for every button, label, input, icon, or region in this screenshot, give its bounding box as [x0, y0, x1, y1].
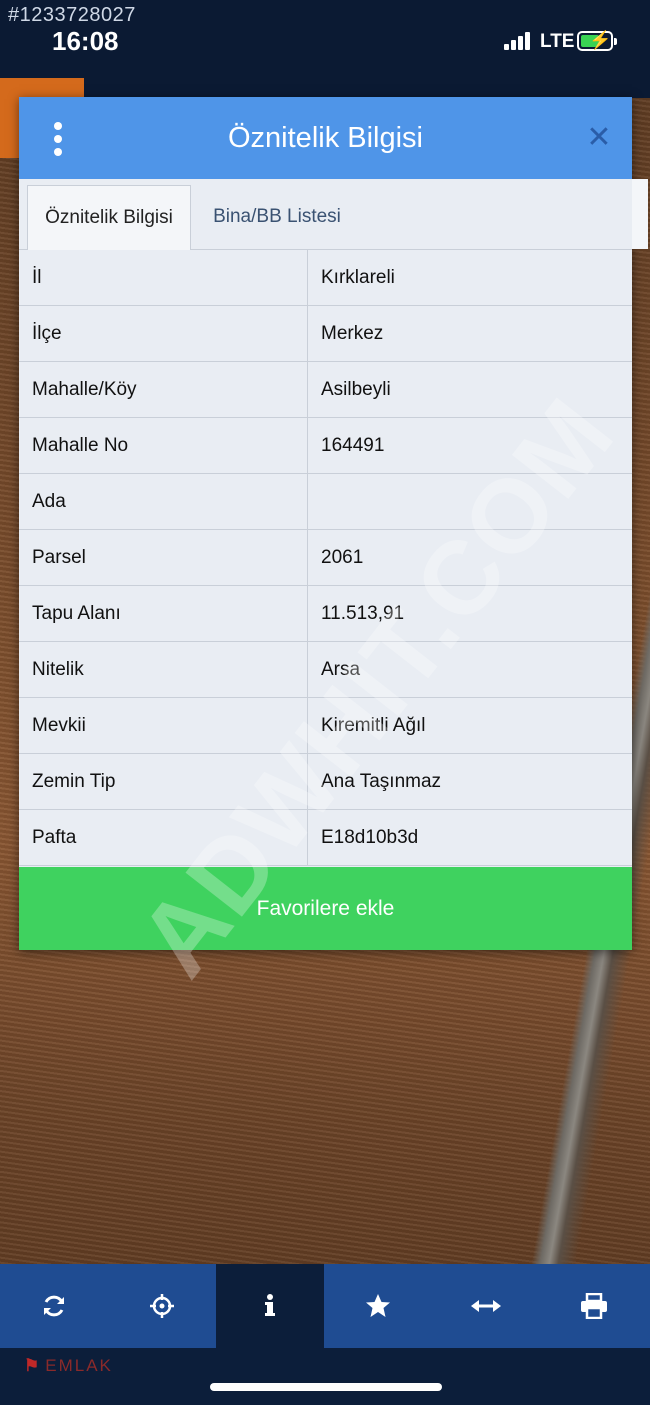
row-key: Mahalle/Köy: [32, 379, 137, 400]
row-value: 11.513,91: [321, 603, 405, 624]
attribute-table: İl Kırklareli İlçe Merkez Mahalle/Köy Asilb…: [19, 250, 632, 866]
row-key: Ada: [32, 491, 66, 512]
clock: 16:08: [52, 26, 119, 56]
tab-building-list[interactable]: Bina/BB Listesi: [197, 185, 357, 249]
table-row: Ada: [19, 474, 632, 530]
info-icon: [265, 1294, 275, 1316]
table-row: Pafta E18d10b3d: [19, 810, 632, 866]
map-top-strip: [0, 78, 650, 98]
locate-button[interactable]: [108, 1264, 216, 1348]
info-button[interactable]: [216, 1264, 324, 1348]
table-row: Parsel 2061: [19, 530, 632, 586]
table-row: Mahalle/Köy Asilbeyli: [19, 362, 632, 418]
dialog-header: Öznitelik Bilgisi ✕: [19, 97, 632, 179]
refresh-icon: [44, 1295, 64, 1317]
bottom-toolbar: [0, 1264, 650, 1348]
row-value: E18d10b3d: [321, 827, 419, 848]
row-key: Mahalle No: [32, 435, 129, 456]
print-icon: [581, 1293, 607, 1319]
row-key: Mevkii: [32, 715, 86, 736]
row-value: Arsa: [321, 659, 361, 680]
star-icon: [366, 1294, 390, 1317]
table-row: Mevkii Kiremitli Ağıl: [19, 698, 632, 754]
row-key: İlçe: [32, 323, 62, 344]
crosshair-icon: [150, 1294, 174, 1318]
row-value: Kırklareli: [321, 267, 395, 288]
row-value: 2061: [321, 547, 364, 568]
row-value: 164491: [321, 435, 385, 456]
row-key: İl: [32, 267, 42, 288]
network-label: LTE: [540, 31, 575, 52]
row-key: Nitelik: [32, 659, 84, 680]
brand-logo: ⚑ EMLAK: [24, 1356, 113, 1375]
attribute-info-dialog: Öznitelik Bilgisi ✕ Öznitelik Bilgisi Bi…: [19, 97, 648, 950]
row-key: Pafta: [32, 827, 77, 848]
refresh-button[interactable]: [0, 1264, 108, 1348]
row-key: Parsel: [32, 547, 86, 568]
row-value: Kiremitli Ağıl: [321, 715, 426, 736]
signal-icon: [504, 32, 532, 50]
row-value: Ana Taşınmaz: [321, 771, 442, 792]
tab-attribute-info[interactable]: Öznitelik Bilgisi: [27, 185, 191, 250]
status-bar: #1233728027 16:08 LTE ⚡: [0, 0, 650, 78]
dialog-tabs: Öznitelik Bilgisi Bina/BB Listesi: [19, 179, 632, 250]
table-row: Mahalle No 164491: [19, 418, 632, 474]
table-row: Nitelik Arsa: [19, 642, 632, 698]
add-favorite-button[interactable]: Favorilere ekle: [19, 867, 632, 950]
home-indicator[interactable]: [210, 1383, 442, 1391]
table-row: İl Kırklareli: [19, 250, 632, 306]
table-row: Tapu Alanı 11.513,91: [19, 586, 632, 642]
battery-icon: ⚡: [577, 30, 617, 51]
print-button[interactable]: [540, 1264, 648, 1348]
close-icon[interactable]: ✕: [584, 121, 614, 155]
table-row: İlçe Merkez: [19, 306, 632, 362]
listing-id: #1233728027: [8, 4, 136, 26]
row-value: Merkez: [321, 323, 384, 344]
row-key: Zemin Tip: [32, 771, 116, 792]
favorites-button[interactable]: [324, 1264, 432, 1348]
tabs-scroll-track: [632, 179, 648, 249]
kebab-menu-icon[interactable]: [51, 122, 65, 156]
measure-arrows-icon: [471, 1300, 501, 1312]
measure-button[interactable]: [432, 1264, 540, 1348]
dialog-title: Öznitelik Bilgisi: [228, 122, 423, 154]
table-row: Zemin Tip Ana Taşınmaz: [19, 754, 632, 810]
brand-name: EMLAK: [45, 1356, 113, 1375]
row-key: Tapu Alanı: [32, 603, 121, 624]
row-value: Asilbeyli: [321, 379, 391, 400]
